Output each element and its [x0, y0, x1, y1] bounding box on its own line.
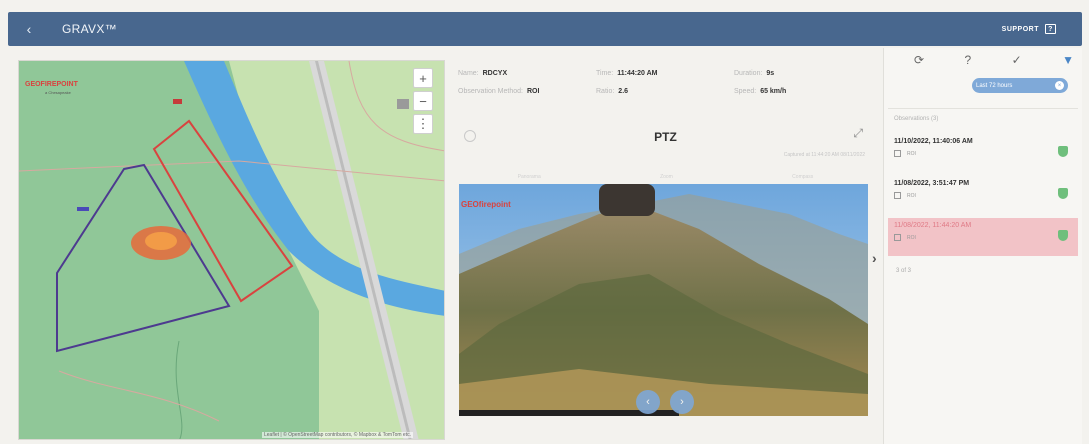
tab-panorama[interactable]: Panorama — [518, 174, 541, 184]
filter-icon[interactable]: ▼ — [1062, 53, 1074, 67]
checkbox-icon[interactable] — [894, 192, 901, 199]
checkbox-icon[interactable] — [894, 234, 901, 241]
help-icon[interactable]: ? — [964, 53, 971, 67]
tab-compass[interactable]: Compass — [792, 174, 813, 184]
panel-divider — [888, 108, 1078, 109]
observation-type: ROI — [907, 150, 916, 157]
info-time: Time: 11:44:20 AM — [596, 70, 658, 77]
camera-view-tabs: Panorama Zoom Compass — [458, 174, 873, 184]
expand-icon[interactable]: ⤢ — [853, 126, 863, 141]
back-arrow-icon[interactable]: ‹ — [18, 18, 40, 40]
support-icon: ? — [1045, 24, 1056, 34]
observation-item[interactable]: 11/10/2022, 11:40:06 AM ROI — [888, 134, 1078, 172]
observation-count: 3 of 3 — [896, 268, 912, 274]
chevron-right-icon[interactable]: › — [670, 390, 694, 414]
camera-scene — [459, 184, 868, 416]
support-button[interactable]: SUPPORT ? — [1002, 24, 1056, 34]
observation-time: 11/08/2022, 11:44:20 AM — [894, 222, 972, 229]
app-title: GRAVX™ — [62, 22, 117, 36]
observation-info: Name: RDCYX Observation Method: ROI Time: 1… — [458, 64, 873, 106]
map-attribution: Leaflet | © OpenStreetMap contributors, … — [262, 432, 413, 438]
camera-timestamp: Captured at 11:44:20 AM 08/11/2022 — [783, 152, 865, 158]
observation-time: 11/10/2022, 11:40:06 AM — [894, 138, 973, 145]
map-menu-button[interactable]: ⋮ — [413, 114, 433, 134]
info-name: Name: RDCYX — [458, 70, 508, 77]
panel-toolbar: ⟳ ? ✓ ▼ — [914, 48, 1074, 72]
map-logo: GEOFIREPOINT — [25, 81, 78, 88]
camera-image: GEOfirepoint — [459, 184, 868, 416]
zoom-in-button[interactable]: + — [413, 68, 433, 88]
observation-item-selected[interactable]: 11/08/2022, 11:44:20 AM ROI — [888, 218, 1078, 256]
map-canvas — [19, 61, 444, 439]
shield-icon — [1058, 146, 1068, 157]
shield-icon — [1058, 188, 1068, 199]
observations-title: Observations (3) — [894, 116, 939, 122]
checkbox-icon[interactable] — [894, 150, 901, 157]
camera-title: PTZ — [654, 130, 677, 144]
info-method: Observation Method: ROI — [458, 88, 540, 95]
camera-logo: GEOfirepoint — [461, 200, 511, 209]
filter-chip[interactable]: Last 72 hours × — [972, 78, 1068, 93]
panel-toggle-icon[interactable]: › — [872, 250, 877, 266]
filter-chip-label: Last 72 hours — [976, 82, 1013, 89]
zoom-out-button[interactable]: − — [413, 91, 433, 111]
info-speed: Speed: 65 km/h — [734, 88, 787, 95]
chevron-left-icon[interactable]: ‹ — [636, 390, 660, 414]
app: ‹ GRAVX™ SUPPORT ? GEOFIREPOINT a Chesap… — [0, 0, 1089, 444]
observation-type: ROI — [907, 234, 916, 241]
close-icon[interactable]: × — [1055, 81, 1064, 90]
observation-time: 11/08/2022, 3:51:47 PM — [894, 180, 970, 187]
map-view[interactable]: GEOFIREPOINT a Chesapeake — [18, 60, 445, 440]
info-ratio: Ratio: 2.6 — [596, 88, 629, 95]
refresh-icon[interactable]: ⟳ — [914, 53, 924, 67]
map-controls: + − ⋮ — [413, 68, 433, 134]
observation-type: ROI — [907, 192, 916, 199]
check-icon[interactable]: ✓ — [1012, 53, 1022, 67]
tab-zoom[interactable]: Zoom — [660, 174, 673, 184]
observation-item[interactable]: 11/08/2022, 3:51:47 PM ROI — [888, 176, 1078, 214]
info-duration: Duration: 9s — [734, 70, 775, 77]
shield-icon — [1058, 230, 1068, 241]
support-label: SUPPORT — [1001, 25, 1039, 33]
camera-header: PTZ ⤢ Captured at 11:44:20 AM 08/11/2022 — [458, 122, 873, 174]
top-bar: ‹ GRAVX™ SUPPORT ? — [8, 12, 1082, 46]
map-logo-subtext: a Chesapeake — [45, 90, 71, 95]
